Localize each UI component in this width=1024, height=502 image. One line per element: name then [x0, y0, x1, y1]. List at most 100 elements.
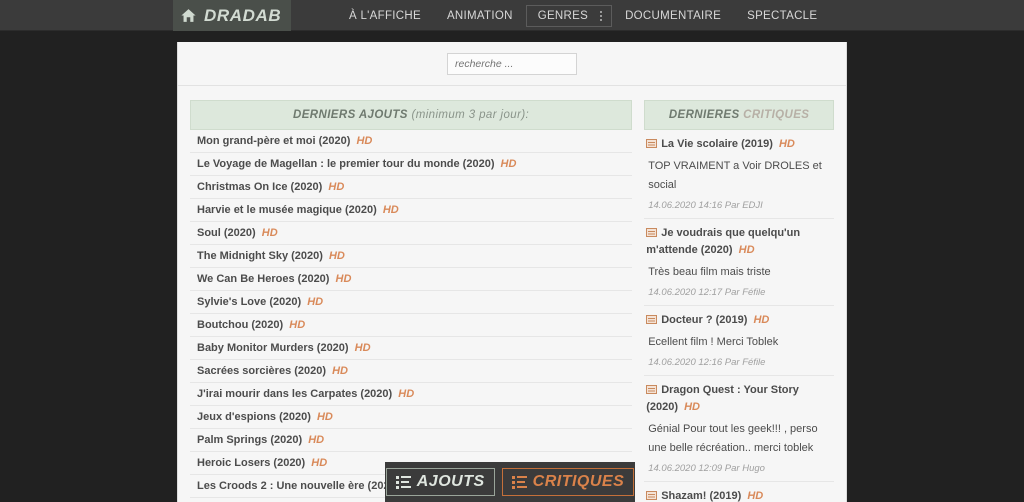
- ajouts-row-quality: HD: [261, 227, 278, 239]
- critique-meta: 14.06.2020 12:09 Par Hugo: [648, 463, 765, 474]
- toolbar-critiques-label: CRITIQUES: [532, 473, 625, 490]
- nav-link-animation[interactable]: ANIMATION: [434, 4, 526, 28]
- critique-title: Docteur ? (2019): [661, 314, 748, 326]
- comment-icon: [646, 139, 658, 148]
- nav-links: À L'AFFICHE ANIMATION GENRES DOCUMENTAIR…: [336, 0, 830, 31]
- ajouts-row-title: Mon grand-père et moi (2020): [197, 135, 351, 147]
- columns: DERNIERS AJOUTS (minimum 3 par jour): Mo…: [178, 86, 846, 502]
- ajouts-row-quality: HD: [308, 434, 325, 446]
- critiques-heading-main: DERNIERES: [668, 109, 740, 121]
- list-icon: [511, 476, 527, 489]
- brand-logo[interactable]: DRADAB: [173, 0, 292, 31]
- ajouts-heading: DERNIERS AJOUTS (minimum 3 par jour):: [190, 100, 633, 130]
- nav-link-genres-label: GENRES: [537, 9, 589, 22]
- ajouts-heading-main: DERNIERS AJOUTS: [293, 109, 408, 121]
- ajouts-row-title: Christmas On Ice (2020): [197, 181, 323, 193]
- critique-item: Dragon Quest : Your Story (2020) HD Génia…: [644, 376, 834, 482]
- ajouts-row-title: Boutchou (2020): [197, 319, 284, 331]
- critique-body: TOP VRAIMENT a Voir DROLES et social: [648, 160, 822, 191]
- ajouts-row-quality: HD: [289, 319, 306, 331]
- critique-title: La Vie scolaire (2019): [661, 138, 773, 150]
- critique-meta: 14.06.2020 14:16 Par EDJI: [648, 200, 763, 211]
- critique-quality: HD: [753, 314, 770, 326]
- brand-name: DRADAB: [204, 5, 282, 25]
- ajouts-row-quality: HD: [356, 135, 373, 147]
- ajouts-row[interactable]: Soul (2020) HD: [190, 222, 633, 245]
- critique-body: Génial Pour tout les geek!!! , perso une…: [648, 423, 818, 454]
- ajouts-row[interactable]: Harvie et le musée magique (2020) HD: [190, 199, 633, 222]
- ajouts-row[interactable]: The Midnight Sky (2020) HD: [190, 245, 633, 268]
- ajouts-row[interactable]: Boutchou (2020) HD: [190, 314, 633, 337]
- critique-title: Shazam! (2019): [661, 490, 742, 502]
- critiques-column: DERNIERES CRITIQUES La Vie scolaire (201…: [644, 100, 834, 502]
- ajouts-row-title: We Can Be Heroes (2020): [197, 273, 330, 285]
- ajouts-row[interactable]: Sylvie's Love (2020) HD: [190, 291, 633, 314]
- critique-quality: HD: [747, 490, 764, 502]
- nav-link-a-laffiche[interactable]: À L'AFFICHE: [336, 4, 434, 28]
- search-row: [178, 42, 846, 86]
- comment-icon: [646, 315, 658, 324]
- comment-icon: [646, 228, 658, 237]
- floating-toolbar: AJOUTS CRITIQUES: [385, 462, 635, 502]
- ajouts-row-quality: HD: [332, 365, 348, 377]
- ajouts-row-title: Les Croods 2 : Une nouvelle ère (2020): [197, 480, 400, 492]
- critique-title-line[interactable]: Shazam! (2019) HD: [646, 488, 832, 502]
- ajouts-row-quality: HD: [316, 411, 333, 423]
- ajouts-row[interactable]: Baby Monitor Murders (2020) HD: [190, 337, 633, 360]
- critique-quality: HD: [778, 138, 795, 150]
- critique-meta: 14.06.2020 12:17 Par Féfile: [648, 287, 766, 298]
- ajouts-column: DERNIERS AJOUTS (minimum 3 par jour): Mo…: [190, 100, 633, 502]
- ajouts-row[interactable]: We Can Be Heroes (2020) HD: [190, 268, 633, 291]
- ajouts-row-quality: HD: [328, 181, 345, 193]
- critique-title: Dragon Quest : Your Story (2020): [646, 384, 799, 413]
- critique-meta: 14.06.2020 12:16 Par Féfile: [648, 357, 766, 368]
- ajouts-row-title: Sylvie's Love (2020): [197, 296, 302, 308]
- ajouts-row-quality: HD: [500, 158, 517, 170]
- ajouts-row-title: J'irai mourir dans les Carpates (2020): [197, 388, 393, 400]
- critique-title-line[interactable]: Je voudrais que quelqu'un m'attende (202…: [646, 225, 832, 259]
- ajouts-row[interactable]: Palm Springs (2020) HD: [190, 429, 633, 452]
- toolbar-ajouts-button[interactable]: AJOUTS: [385, 468, 495, 496]
- ajouts-row-quality: HD: [311, 457, 328, 469]
- nav-link-genres[interactable]: GENRES: [525, 4, 613, 27]
- navbar: DRADAB À L'AFFICHE ANIMATION GENRES DOCU…: [0, 0, 1024, 31]
- critique-quality: HD: [738, 244, 755, 256]
- toolbar-critiques-button[interactable]: CRITIQUES: [501, 468, 635, 496]
- ajouts-row-title: Le Voyage de Magellan : le premier tour …: [197, 158, 495, 170]
- content-panel: DERNIERS AJOUTS (minimum 3 par jour): Mo…: [177, 42, 847, 502]
- critique-title-line[interactable]: Docteur ? (2019) HD: [646, 312, 832, 329]
- critique-quality: HD: [684, 401, 700, 413]
- ajouts-row[interactable]: Jeux d'espions (2020) HD: [190, 406, 633, 429]
- nav-link-spectacle[interactable]: SPECTACLE: [734, 4, 830, 28]
- critique-title-line[interactable]: Dragon Quest : Your Story (2020) HD: [646, 382, 832, 416]
- critiques-list: La Vie scolaire (2019) HD TOP VRAIMENT a …: [644, 130, 834, 502]
- ajouts-row-title: Palm Springs (2020): [197, 434, 303, 446]
- ajouts-row[interactable]: J'irai mourir dans les Carpates (2020) H…: [190, 383, 633, 406]
- ajouts-row-quality: HD: [328, 250, 345, 262]
- critique-item: Docteur ? (2019) HD Ecellent film ! Merci…: [644, 306, 834, 376]
- ajouts-row-title: Harvie et le musée magique (2020): [197, 204, 377, 216]
- ajouts-list: Mon grand-père et moi (2020) HD Le Voyage…: [190, 130, 633, 502]
- comment-icon: [646, 385, 658, 394]
- ajouts-row[interactable]: Sacrées sorcières (2020) HD: [190, 360, 633, 383]
- critique-body: Ecellent film ! Merci Toblek: [648, 336, 779, 348]
- ajouts-row-title: Baby Monitor Murders (2020): [197, 342, 349, 354]
- ajouts-row-title: Sacrées sorcières (2020): [197, 365, 327, 377]
- ajouts-row-quality: HD: [307, 296, 324, 308]
- ajouts-row-quality: HD: [382, 204, 399, 216]
- home-icon: [180, 7, 197, 24]
- nav-link-documentaire[interactable]: DOCUMENTAIRE: [612, 4, 734, 28]
- kebab-menu-icon[interactable]: [600, 10, 603, 21]
- critique-title-line[interactable]: La Vie scolaire (2019) HD: [646, 136, 832, 153]
- page-root: DRADAB À L'AFFICHE ANIMATION GENRES DOCU…: [0, 0, 1024, 502]
- ajouts-row[interactable]: Mon grand-père et moi (2020) HD: [190, 130, 633, 153]
- ajouts-heading-sub: (minimum 3 par jour):: [411, 109, 530, 121]
- ajouts-row[interactable]: Christmas On Ice (2020) HD: [190, 176, 633, 199]
- ajouts-row[interactable]: Le Voyage de Magellan : le premier tour …: [190, 153, 633, 176]
- ajouts-row-title: The Midnight Sky (2020): [197, 250, 323, 262]
- comment-icon: [646, 491, 658, 500]
- critiques-heading: DERNIERES CRITIQUES: [644, 100, 834, 130]
- ajouts-row-quality: HD: [335, 273, 352, 285]
- ajouts-row-quality: HD: [398, 388, 415, 400]
- search-input[interactable]: [447, 52, 577, 75]
